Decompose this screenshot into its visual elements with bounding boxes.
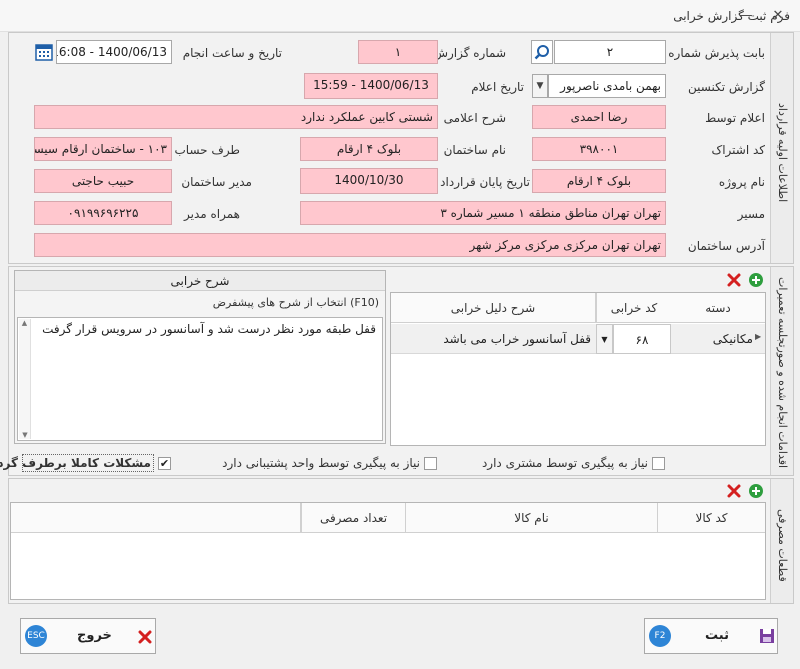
reception-no-label: بابت پذیرش شماره [668,46,765,60]
fault-col-category[interactable]: دسته [671,293,765,323]
report-no-field[interactable]: ۱ [358,40,438,64]
report-no-label: شماره گزارش [433,46,506,60]
announced-by-field[interactable]: رضا احمدی [532,105,666,129]
parts-col-name[interactable]: نام کالا [405,503,657,533]
parts-col-qty[interactable]: تعداد مصرفی [301,503,405,533]
search-icon [534,45,549,60]
fault-col-code[interactable]: کد خرابی [596,293,671,323]
account-field[interactable]: ۱۰۳ - ساختمان ارقام سیستم [34,137,172,161]
subscription-label: کد اشتراک [711,143,765,157]
project-label: نام پروژه [718,175,765,189]
delete-icon [727,273,741,287]
fault-desc-memo[interactable]: قفل طبقه مورد نظر درست شد و آسانسور در س… [17,317,383,441]
calendar-button[interactable] [34,41,54,63]
reception-no-field[interactable]: ۲ [554,40,666,64]
save-label: ثبت [705,628,729,643]
building-name-label: نام ساختمان [443,143,506,157]
fault-desc-group: شرح خرابی (F10) انتخاب از شرح های پیشفرض… [14,270,386,444]
chevron-down-icon: ▼ [601,335,608,344]
add-part-button[interactable] [748,483,764,499]
save-icon [760,629,774,643]
parts-col-code[interactable]: کد کالا [657,503,765,533]
address-field[interactable]: تهران تهران مرکزی مرکزی مرکز شهر [34,233,666,257]
save-shortcut-badge: F2 [649,625,671,647]
account-label: طرف حساب [174,143,240,157]
contract-end-field[interactable]: 1400/10/30 [300,168,438,194]
fault-code-dropdown[interactable]: ▼ [596,324,613,354]
exit-label: خروج [77,628,112,643]
add-icon [749,273,763,287]
perform-datetime-field[interactable]: 1400/06/13 - 16:08 [56,40,172,64]
parts-tab[interactable]: قطعات مصرفی [770,479,793,603]
row-indicator-icon: ▶ [755,332,762,341]
add-icon [749,484,763,498]
fault-desc-text[interactable]: قفل طبقه مورد نظر درست شد و آسانسور در س… [36,322,376,336]
technician-combo[interactable]: بهمن بامدی ناصرپور [548,74,666,98]
exit-button[interactable]: خروج ESC [20,618,156,654]
contract-end-label: تاریخ پایان قرارداد [440,175,530,189]
delete-part-button[interactable] [726,483,742,499]
fault-grid-header: دسته کد خرابی شرح دلیل خرابی [391,293,765,323]
reception-search-button[interactable] [531,40,553,64]
announce-desc-label: شرح اعلامی [443,111,506,125]
save-button[interactable]: ثبت F2 [644,618,778,654]
chevron-down-icon: ▼ [536,81,544,91]
fault-col-desc[interactable]: شرح دلیل خرابی [391,293,596,323]
fault-cell-code[interactable]: ۶۸ [613,324,671,354]
fault-desc-title: شرح خرابی [15,271,385,291]
manager-label: مدیر ساختمان [181,175,252,189]
contract-info-tab[interactable]: اطلاعات اولیه قرارداد [770,33,793,263]
technician-dropdown-button[interactable]: ▼ [532,74,548,98]
fault-desc-hint: (F10) انتخاب از شرح های پیشفرض [212,296,379,309]
manager-mobile-label: همراه مدیر [183,207,240,221]
fault-cell-desc[interactable]: قفل آسانسور خراب می باشد [395,324,591,354]
scroll-up-icon[interactable]: ▲ [19,319,30,327]
address-label: آدرس ساختمان [687,239,765,253]
project-field[interactable]: بلوک ۴ ارقام [532,169,666,193]
support-followup-checkbox[interactable] [424,457,437,470]
table-row[interactable]: ▶ مکانیکی ۶۸ ▼ قفل آسانسور خراب می باشد [391,324,765,354]
customer-followup-label[interactable]: نیاز به پیگیری توسط مشتری دارد [470,456,648,470]
announce-date-label: تاریخ اعلام [471,80,524,94]
announced-by-label: اعلام توسط [705,111,765,125]
parts-tab-label: قطعات مصرفی [776,509,789,582]
check-icon: ✔ [159,457,170,470]
memo-scrollbar[interactable]: ▲ ▼ [19,319,31,439]
title-bar: فرم ثبت گزارش خرابی — ✕ [0,0,800,32]
close-button[interactable]: ✕ [770,8,786,24]
customer-followup-checkbox[interactable] [652,457,665,470]
route-label: مسیر [737,207,765,221]
resolved-label[interactable]: مشکلات کاملا برطرف گردید [0,454,154,472]
subscription-field[interactable]: ۳۹۸۰۰۱ [532,137,666,161]
resolved-checkbox[interactable]: ✔ [158,457,171,470]
announce-desc-field[interactable]: شستی کابین عملکرد ندارد [34,105,438,129]
manager-field[interactable]: حبیب حاجتی [34,169,172,193]
fault-grid: دسته کد خرابی شرح دلیل خرابی ▶ مکانیکی ۶… [390,292,766,446]
minimize-button[interactable]: — [738,8,754,24]
technician-label: گزارش تکنسین [688,80,765,94]
announce-date-field[interactable]: 1400/06/13 - 15:59 [304,73,438,99]
building-name-field[interactable]: بلوک ۴ ارقام [300,137,438,161]
close-icon [138,630,152,644]
exit-shortcut-badge: ESC [25,625,47,647]
delete-fault-button[interactable] [726,272,742,288]
perform-datetime-label: تاریخ و ساعت انجام [182,46,282,60]
actions-tab[interactable]: اقدامات انجام شده و صورتجلسه تعمیرات [770,267,793,475]
parts-col-empty [11,503,301,533]
add-fault-button[interactable] [748,272,764,288]
contract-info-tab-label: اطلاعات اولیه قرارداد [776,103,789,203]
calendar-icon [35,44,53,61]
fault-cell-category[interactable]: مکانیکی [673,324,753,354]
route-field[interactable]: تهران تهران مناطق منطقه ۱ مسیر شماره ۳ [300,201,666,225]
support-followup-label[interactable]: نیاز به پیگیری توسط واحد پشتیبانی دارد [216,456,420,470]
delete-icon [727,484,741,498]
parts-grid: کد کالا نام کالا تعداد مصرفی [10,502,766,600]
actions-tab-label: اقدامات انجام شده و صورتجلسه تعمیرات [776,277,789,469]
scroll-down-icon[interactable]: ▼ [19,431,31,439]
parts-grid-header: کد کالا نام کالا تعداد مصرفی [11,503,765,533]
manager-mobile-field[interactable]: ۰۹۱۹۹۶۹۶۲۲۵ [34,201,172,225]
